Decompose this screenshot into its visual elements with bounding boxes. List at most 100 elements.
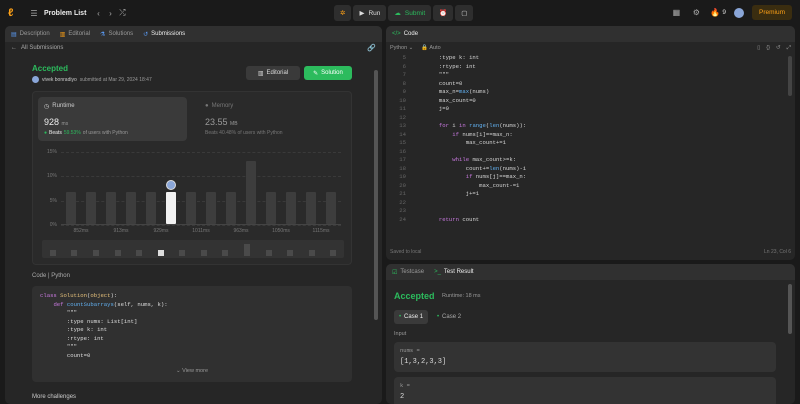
- saved-status: Saved to local: [390, 249, 422, 255]
- case-2-tab[interactable]: • Case 2: [432, 310, 466, 324]
- run-button[interactable]: ▶ Run: [353, 5, 387, 21]
- line-text: max_count+=1: [412, 139, 506, 146]
- chart-bar[interactable]: [126, 192, 136, 224]
- link-icon[interactable]: 🔗: [367, 44, 376, 52]
- gear-icon[interactable]: ⚙: [690, 7, 702, 19]
- language-select[interactable]: Python ⌄: [390, 45, 413, 51]
- k-input: k = 2: [394, 377, 776, 404]
- prev-icon[interactable]: ‹: [92, 7, 104, 19]
- chart-bar[interactable]: [86, 192, 96, 224]
- mini-bar: [92, 249, 99, 256]
- chart-bar[interactable]: [166, 192, 176, 224]
- line-text: max_count=0: [412, 96, 476, 104]
- chart-bar[interactable]: [106, 192, 116, 224]
- braces-icon[interactable]: {}: [766, 45, 770, 52]
- solution-button[interactable]: ✎ Solution: [304, 66, 352, 80]
- problem-list-link[interactable]: Problem List: [44, 10, 86, 17]
- line-text: count+=len(nums)-i: [412, 164, 527, 172]
- code-line: count=0: [40, 351, 91, 359]
- notes-button[interactable]: ▢: [455, 5, 474, 21]
- debug-button[interactable]: ✲: [334, 5, 352, 21]
- input-label: Input: [394, 331, 407, 337]
- beats-icon: ●: [44, 130, 48, 136]
- checkbox-icon: ☑: [392, 269, 398, 276]
- chart-bar[interactable]: [226, 192, 236, 224]
- memory-card[interactable]: ● Memory 23.55 MB Beats 40.48% of users w…: [199, 97, 349, 141]
- code-line: """: [40, 309, 77, 316]
- memory-unit: MB: [230, 121, 238, 127]
- line-number: 17: [399, 156, 406, 163]
- runtime-chart: 15% 10% 5% 0% 852ms 913ms 929ms 1011ms 963ms 105…: [37, 149, 347, 262]
- view-more-button[interactable]: ⌄ View more: [32, 368, 352, 374]
- chart-bar[interactable]: [66, 192, 76, 224]
- next-icon[interactable]: ›: [104, 7, 116, 19]
- user-name[interactable]: vivek bonradiyo: [42, 77, 77, 83]
- tab-description[interactable]: ▤ Description: [11, 31, 50, 38]
- line-number: 18: [399, 164, 406, 172]
- tab-testcase[interactable]: ☑ Testcase: [392, 269, 424, 276]
- back-link[interactable]: ← All Submissions: [11, 45, 63, 51]
- tab-solutions[interactable]: ⚗ Solutions: [100, 31, 133, 38]
- y-tick-label: 0%: [49, 222, 57, 228]
- chart-bar[interactable]: [286, 192, 296, 224]
- left-scrollbar[interactable]: [374, 70, 378, 320]
- mini-bar: [287, 249, 294, 256]
- line-number: 20: [399, 181, 406, 189]
- code-line: class Solution(object):: [40, 292, 118, 299]
- tab-submissions[interactable]: ↺ Submissions: [143, 31, 185, 38]
- editor-scrollbar[interactable]: [788, 56, 792, 96]
- mini-bar: [243, 243, 250, 256]
- chart-bar[interactable]: [246, 160, 256, 224]
- mini-bar: [179, 249, 186, 256]
- tab-editorial[interactable]: ▥ Editorial: [60, 31, 90, 38]
- mini-bar: [157, 249, 164, 256]
- mini-bar: [308, 249, 315, 256]
- bookmark-icon[interactable]: ▯: [757, 45, 760, 52]
- auto-toggle[interactable]: 🔒 Auto: [421, 45, 440, 51]
- chart-bar[interactable]: [186, 192, 196, 224]
- leetcode-logo-icon[interactable]: ℓ: [8, 7, 20, 19]
- expand-icon[interactable]: ⤢: [787, 45, 791, 52]
- streak-counter[interactable]: 🔥 9: [710, 8, 726, 17]
- chart-bar[interactable]: [306, 192, 316, 224]
- chart-bar[interactable]: [326, 192, 336, 224]
- layout-icon[interactable]: ▦: [670, 7, 682, 19]
- submission-status: Accepted: [32, 64, 69, 73]
- reset-icon[interactable]: ↺: [776, 45, 781, 52]
- editor-line: 6 :rtype: int: [386, 63, 795, 72]
- editor-line: 15 max_count+=1: [386, 139, 795, 148]
- top-bar: ℓ ☰ Problem List ‹ › ⤮ ✲ ▶ Run ☁ Submit ⏰ …: [0, 0, 800, 26]
- chart-bar[interactable]: [206, 192, 216, 224]
- cursor-position: Ln 23, Col 6: [764, 249, 791, 255]
- mini-bar: [136, 249, 143, 256]
- tab-test-result[interactable]: >_ Test Result: [434, 269, 474, 275]
- line-text: count=0: [412, 79, 463, 87]
- editor-line: 22: [386, 199, 795, 208]
- chart-bar[interactable]: [146, 192, 156, 224]
- avatar[interactable]: [733, 7, 744, 18]
- problem-list-icon[interactable]: ☰: [28, 7, 40, 19]
- submit-button[interactable]: ☁ Submit: [388, 5, 432, 21]
- editor-area[interactable]: 5 :type k: int 6 :rtype: int 7 """ 8 count=…: [386, 54, 795, 246]
- user-avatar[interactable]: [32, 76, 39, 83]
- runtime-card[interactable]: ◷ Runtime 928 ms ● Beats 59.53% of users …: [38, 97, 187, 141]
- chevron-down-icon: ⌄: [408, 45, 414, 51]
- line-text: return count: [438, 215, 480, 223]
- line-number: 23: [399, 207, 406, 214]
- premium-button[interactable]: Premium: [751, 5, 792, 20]
- shuffle-icon[interactable]: ⤮: [116, 7, 128, 19]
- test-scrollbar[interactable]: [788, 284, 792, 334]
- y-tick-label: 15%: [46, 149, 57, 155]
- editorial-button[interactable]: ▥ Editorial: [246, 66, 300, 80]
- chart-bar[interactable]: [266, 192, 276, 224]
- editor-line: 23: [386, 207, 795, 216]
- mini-bar: [71, 249, 78, 256]
- case-1-tab[interactable]: • Case 1: [394, 310, 428, 324]
- memory-beats: Beats 40.48% of users with Python: [205, 130, 283, 136]
- tab-code[interactable]: </> Code: [392, 31, 418, 37]
- timer-button[interactable]: ⏰: [433, 5, 454, 21]
- line-text: j+=1: [412, 190, 480, 197]
- mini-bar: [265, 249, 272, 256]
- editor-toolbar: Python ⌄ 🔒 Auto ▯ {} ↺ ⤢: [386, 42, 795, 54]
- mini-bar: [200, 249, 207, 256]
